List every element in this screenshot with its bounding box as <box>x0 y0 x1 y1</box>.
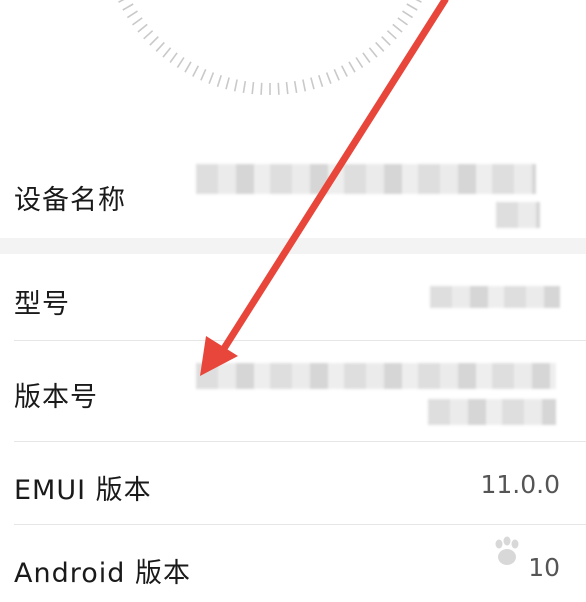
device-name-value-redacted-line2 <box>496 202 540 228</box>
dial-tick <box>122 3 134 11</box>
dial-tick <box>310 77 315 90</box>
about-phone-screen: 设备名称 型号 版本号 EMUI 版本 11.0.0 Android 版本 10 <box>0 0 586 602</box>
dial-tick <box>325 72 332 84</box>
dial-tick <box>293 80 298 94</box>
dial-tick <box>260 82 263 95</box>
dial-tick <box>251 82 255 95</box>
dial-tick <box>415 0 422 3</box>
dial-tick <box>118 0 125 3</box>
dial-tick <box>216 75 222 87</box>
build-number-row[interactable]: 版本号 <box>0 341 586 441</box>
android-version-label: Android 版本 <box>14 558 191 589</box>
dial-tick <box>285 82 289 95</box>
dial-tick <box>362 52 371 63</box>
watermark <box>432 534 572 590</box>
dial-tick <box>155 41 165 52</box>
device-name-value-redacted <box>196 164 536 194</box>
dial-tick <box>162 47 172 58</box>
dial-tick <box>368 47 378 58</box>
dial-tick <box>375 41 385 52</box>
dial-tick <box>149 36 159 46</box>
dial-tick <box>302 79 307 92</box>
dial-tick <box>340 65 348 77</box>
model-value-redacted <box>430 286 560 308</box>
dial-tick <box>169 52 178 63</box>
dial-tick <box>126 10 138 19</box>
dial-tick <box>184 61 192 73</box>
dial-tick <box>225 77 230 90</box>
dial-tick <box>277 82 280 95</box>
dial-tick <box>333 68 340 81</box>
device-name-row[interactable]: 设备名称 <box>0 150 586 238</box>
dial-tick <box>143 30 154 40</box>
baidu-paw-icon <box>495 536 519 565</box>
dial-tick <box>208 72 215 84</box>
dial-tick <box>381 36 391 46</box>
model-row[interactable]: 型号 <box>0 254 586 340</box>
dial-tick <box>386 30 397 40</box>
build-number-value-redacted-line2 <box>428 399 556 425</box>
build-number-label: 版本号 <box>14 382 98 413</box>
device-name-label: 设备名称 <box>14 185 126 216</box>
dial-tick <box>392 23 403 33</box>
model-label: 型号 <box>14 289 70 320</box>
dial-tick <box>397 17 408 26</box>
emui-version-label: EMUI 版本 <box>14 475 152 506</box>
emui-version-value: 11.0.0 <box>480 470 560 499</box>
dial-tick <box>318 75 324 87</box>
dial-tick <box>348 61 356 73</box>
emui-version-row[interactable]: EMUI 版本 11.0.0 <box>0 442 586 524</box>
build-number-value-redacted <box>196 363 556 389</box>
dial-tick <box>132 17 143 26</box>
dial-tick <box>137 23 148 33</box>
dial-tick <box>192 65 200 77</box>
dial-tick <box>242 80 247 94</box>
section-separator <box>0 238 586 254</box>
dial-tick <box>402 10 414 19</box>
dial-tick <box>176 57 185 69</box>
storage-dial-graphic <box>118 0 422 95</box>
dial-tick <box>406 3 418 11</box>
dial-tick <box>355 57 364 69</box>
dial-tick <box>200 68 207 81</box>
dial-tick <box>233 79 238 92</box>
